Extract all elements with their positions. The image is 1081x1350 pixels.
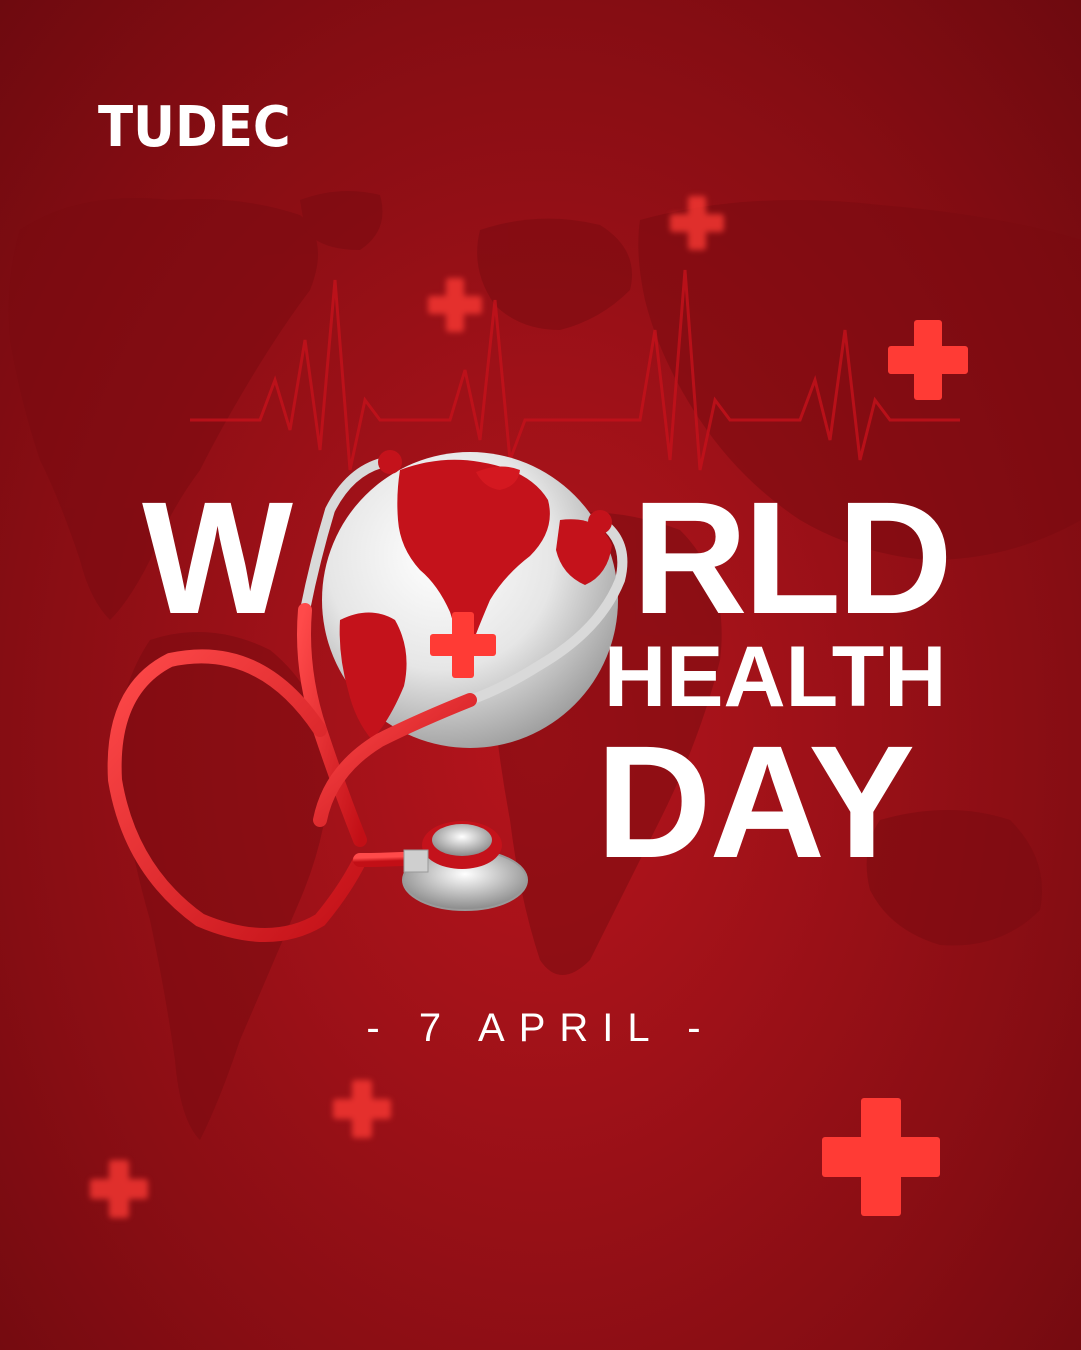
headline-health: HEALTH [604,629,947,725]
headline-letters-rld: RLD [632,468,953,647]
poster: TUDEC W RLD HEALTH DAY - 7 APRIL - [0,0,1081,1350]
headline-day: DAY [596,712,915,891]
headline-letter-w: W [142,468,294,647]
event-date: - 7 APRIL - [366,1006,715,1050]
